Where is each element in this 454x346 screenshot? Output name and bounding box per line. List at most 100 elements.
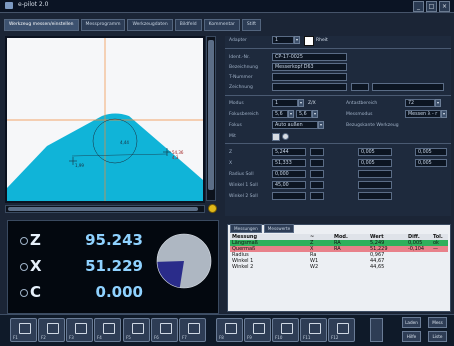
z-field[interactable]: 5,244 <box>272 148 306 156</box>
winkel1-field[interactable]: 45,00 <box>272 181 306 189</box>
maximize-button[interactable]: □ <box>426 1 437 12</box>
readout-row-z: Z 95.243 <box>8 231 148 253</box>
window-title: e-pilot 2.0 <box>18 1 49 8</box>
dial-pie <box>156 233 212 289</box>
option-radio[interactable] <box>282 133 289 140</box>
function-key-f7[interactable]: F7 <box>179 318 206 342</box>
view-vertical-scrollbar[interactable] <box>206 36 216 201</box>
axis-label: C <box>30 283 41 301</box>
z-tol-field[interactable]: 0,005 <box>358 148 392 156</box>
chevron-down-icon[interactable]: ▾ <box>288 110 294 118</box>
tab-werkzeug[interactable]: Werkzeug messen/einstellen <box>4 19 79 31</box>
laden-button[interactable]: Laden <box>402 317 421 328</box>
table-row[interactable]: Winkel 2 W2 44,65 <box>230 264 448 270</box>
position-readout: Z 95.243 X 51.229 C 0.000 <box>7 220 219 314</box>
app-window: e-pilot 2.0 _ □ × Werkzeug messen/einste… <box>0 0 454 346</box>
tab-bildfeld[interactable]: Bildfeld <box>174 19 202 31</box>
chevron-down-icon[interactable]: ▾ <box>318 121 324 129</box>
function-key-f1[interactable]: F1 <box>10 318 37 342</box>
winkel2-small-field[interactable] <box>310 192 324 200</box>
axis-value: 51.229 <box>85 257 143 275</box>
winkel1-small-field[interactable] <box>310 181 324 189</box>
hilfe-button[interactable]: Hilfe <box>402 331 421 342</box>
antastbereich-select[interactable]: 72 <box>405 99 435 107</box>
chevron-down-icon[interactable]: ▾ <box>435 99 441 107</box>
function-key-f11[interactable]: F11 <box>300 318 327 342</box>
fokus-select[interactable]: Auto außen <box>272 121 318 129</box>
function-icon <box>281 323 293 334</box>
z-tol2-field[interactable]: 0,005 <box>415 148 447 156</box>
x-small-field[interactable] <box>310 159 324 167</box>
chevron-down-icon[interactable]: ▾ <box>312 110 318 118</box>
modus-select[interactable]: 1 <box>272 99 298 107</box>
adapter-select[interactable]: 1 <box>272 36 294 44</box>
scroll-button[interactable] <box>370 318 383 342</box>
camera-view[interactable]: 1,99 4,44 54,36 4,3 <box>5 36 205 203</box>
tab-werkzeugdaten[interactable]: Werkzeugdaten <box>127 19 173 31</box>
winkel2-field[interactable] <box>272 192 306 200</box>
drawing-side-field[interactable] <box>351 83 369 91</box>
tnumber-field[interactable] <box>272 73 347 81</box>
radius-tol-field[interactable] <box>358 170 392 178</box>
view-horizontal-scrollbar[interactable] <box>5 205 205 213</box>
light-knob-icon[interactable] <box>208 204 217 213</box>
drawing-field[interactable] <box>272 83 347 91</box>
modus-extra: Z/X <box>308 101 316 106</box>
chevron-down-icon[interactable]: ▾ <box>294 36 300 44</box>
function-icon <box>337 323 349 334</box>
mit-checkbox[interactable] <box>272 133 280 141</box>
radius-field[interactable]: 0,000 <box>272 170 306 178</box>
messmodus-select[interactable]: Messen λ - r <box>405 110 441 118</box>
function-key-f4[interactable]: F4 <box>94 318 121 342</box>
z-small-field[interactable] <box>310 148 324 156</box>
function-key-f6[interactable]: F6 <box>151 318 178 342</box>
minimize-button[interactable]: _ <box>413 1 424 12</box>
function-key-f12[interactable]: F12 <box>328 318 355 342</box>
function-key-f3[interactable]: F3 <box>66 318 93 342</box>
winkel1-tol-field[interactable] <box>358 181 392 189</box>
function-key-label: F12 <box>331 335 339 340</box>
liste-button[interactable]: Liste <box>428 331 447 342</box>
tab-stift[interactable]: Stift <box>241 19 262 31</box>
fokus-field-1[interactable]: 5,6 <box>272 110 288 118</box>
name-field[interactable]: Messerkopf D63 <box>272 63 347 71</box>
function-key-f2[interactable]: F2 <box>38 318 65 342</box>
radius-small-field[interactable] <box>310 170 324 178</box>
winkel2-tol-field[interactable] <box>358 192 392 200</box>
function-key-label: F2 <box>41 335 46 340</box>
mess-button[interactable]: Mess <box>428 317 447 328</box>
tab-messwerte[interactable]: Messwerte <box>263 224 295 233</box>
scroll-thumb[interactable] <box>208 40 214 190</box>
tab-messungen[interactable]: Messungen <box>230 224 262 233</box>
function-key-f5[interactable]: F5 <box>123 318 150 342</box>
modus-label: Modus <box>229 101 244 106</box>
axis-symbol-icon <box>20 237 28 245</box>
chevron-down-icon[interactable]: ▾ <box>298 99 304 107</box>
mit-label: Mit <box>229 134 236 139</box>
function-key-label: F9 <box>247 335 252 340</box>
function-key-f10[interactable]: F10 <box>272 318 299 342</box>
fokus-field-2[interactable]: 5,6 <box>296 110 312 118</box>
scroll-thumb[interactable] <box>8 207 198 211</box>
tab-kommentar[interactable]: Kommentar <box>203 19 240 31</box>
function-key-label: F6 <box>154 335 159 340</box>
tab-messprogramm[interactable]: Messprogramm <box>80 19 126 31</box>
function-key-f9[interactable]: F9 <box>244 318 271 342</box>
function-icon <box>75 323 87 334</box>
z-label: Z <box>229 150 233 155</box>
function-key-f8[interactable]: F8 <box>216 318 243 342</box>
main-tabs: Werkzeug messen/einstellen Messprogramm … <box>4 19 262 31</box>
cell-value: 44,65 <box>370 264 385 270</box>
x-tol2-field[interactable]: 0,005 <box>415 159 447 167</box>
drawing-label: Zeichnung <box>229 85 253 90</box>
point-label-3: 4,3 <box>172 155 179 160</box>
x-field[interactable]: 51,333 <box>272 159 306 167</box>
ident-field[interactable]: CP-17-0025 <box>272 53 347 61</box>
axis-symbol-icon <box>20 289 28 297</box>
drawing-path-field[interactable] <box>372 83 444 91</box>
close-button[interactable]: × <box>439 1 450 12</box>
function-icon <box>188 323 200 334</box>
checker-icon <box>304 36 314 46</box>
x-tol-field[interactable]: 0,005 <box>358 159 392 167</box>
chevron-down-icon[interactable]: ▾ <box>441 110 447 118</box>
